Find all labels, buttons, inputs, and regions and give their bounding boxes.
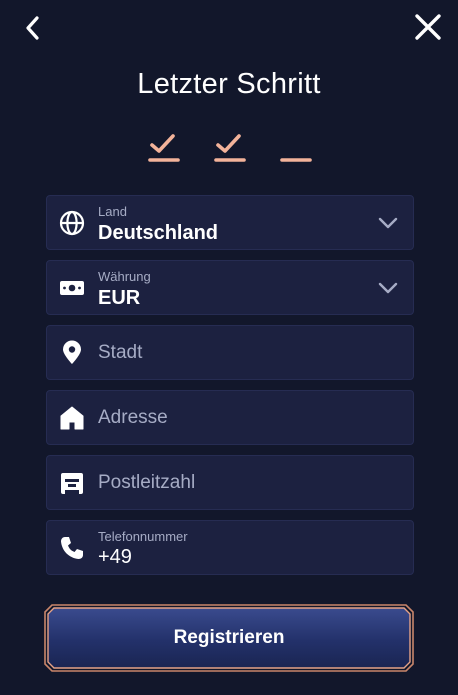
chevron-left-icon: [26, 16, 39, 40]
banknote-icon: [60, 281, 84, 295]
top-bar: [0, 0, 458, 56]
close-button[interactable]: [412, 10, 444, 44]
step-indicator: [147, 130, 317, 166]
register-label: Registrieren: [173, 627, 285, 648]
globe-icon: [59, 210, 85, 236]
currency-label: Währung: [98, 269, 151, 284]
country-label: Land: [98, 204, 127, 219]
register-button[interactable]: Registrieren: [44, 604, 414, 672]
postal-code-placeholder: Postleitzahl: [98, 472, 196, 493]
city-placeholder: Stadt: [98, 342, 143, 363]
currency-select[interactable]: Währung EUR: [46, 260, 414, 315]
address-placeholder: Adresse: [98, 407, 168, 428]
country-value: Deutschland: [98, 222, 219, 244]
address-input[interactable]: Adresse: [46, 390, 414, 445]
map-pin-icon: [63, 340, 81, 364]
phone-value: +49: [98, 546, 132, 568]
back-button[interactable]: [18, 12, 50, 44]
check-icon: [148, 134, 180, 162]
currency-value: EUR: [98, 287, 141, 309]
mailbox-icon: [61, 473, 83, 494]
phone-label: Telefonnummer: [98, 529, 188, 544]
check-icon: [214, 134, 246, 162]
home-icon: [60, 406, 84, 430]
close-icon: [415, 14, 441, 40]
chevron-down-icon: [378, 282, 398, 294]
postal-code-input[interactable]: Postleitzahl: [46, 455, 414, 510]
step-1-done: [147, 130, 181, 164]
country-select[interactable]: Land Deutschland: [46, 195, 414, 250]
dash-icon: [280, 158, 312, 162]
phone-icon: [61, 537, 83, 559]
page-title: Letzter Schritt: [137, 68, 321, 100]
step-3-current: [279, 130, 313, 164]
step-2-done: [213, 130, 247, 164]
chevron-down-icon: [378, 217, 398, 229]
city-input[interactable]: Stadt: [46, 325, 414, 380]
phone-input[interactable]: Telefonnummer +49: [46, 520, 414, 575]
